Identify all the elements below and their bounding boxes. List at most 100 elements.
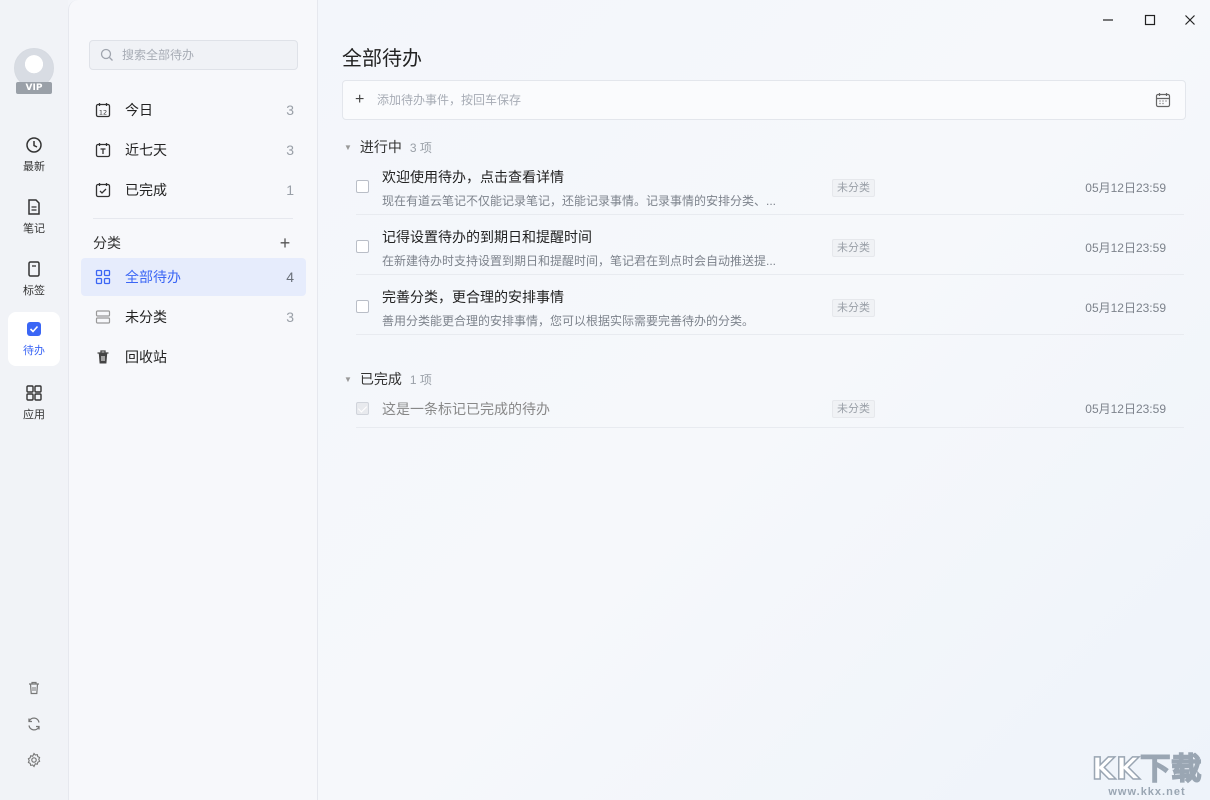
collapse-caret-icon: ▼: [344, 374, 352, 384]
rail-item-recent[interactable]: 最新: [8, 128, 60, 182]
svg-text:12: 12: [99, 108, 107, 116]
todo-due-date: 05月12日23:59: [1085, 402, 1166, 416]
settings-button[interactable]: [24, 750, 44, 770]
trash-icon: [29, 681, 39, 695]
maximize-icon: [1144, 14, 1156, 26]
todo-due-date: 05月12日23:59: [1085, 301, 1166, 315]
minimize-button[interactable]: [1098, 10, 1118, 30]
tag-icon: [28, 261, 40, 277]
todo-title: 这是一条标记已完成的待办: [382, 401, 550, 417]
nav-label: 未分类: [125, 309, 167, 325]
group-label: 进行中: [359, 139, 402, 155]
rail-item-tags[interactable]: 标签: [8, 252, 60, 306]
maximize-button[interactable]: [1140, 10, 1160, 30]
nav-count: 3: [286, 102, 294, 118]
todo-category-tag: 未分类: [832, 179, 875, 197]
add-todo-input[interactable]: [377, 93, 1155, 107]
nav-item-recycle-bin[interactable]: 回收站: [81, 338, 306, 376]
todo-item[interactable]: 记得设置待办的到期日和提醒时间 在新建待办时支持设置到期日和提醒时间，笔记君在到…: [356, 220, 1184, 275]
todo-desc: 在新建待办时支持设置到期日和提醒时间，笔记君在到点时会自动推送提...: [382, 254, 777, 268]
apps-grid-icon: [26, 385, 42, 401]
calendar-icon[interactable]: [1155, 92, 1171, 108]
todo-item[interactable]: 完善分类，更合理的安排事情 善用分类能更合理的安排事情，您可以根据实际需要完善待…: [356, 280, 1184, 335]
page-title: 全部待办: [342, 48, 422, 70]
nav-label: 已完成: [125, 182, 167, 198]
add-todo-bar[interactable]: +: [342, 80, 1186, 120]
todo-item-completed[interactable]: 这是一条标记已完成的待办 未分类 05月12日23:59: [356, 392, 1184, 428]
settings-gear-icon: [27, 752, 41, 768]
group-count: 1 项: [409, 372, 432, 387]
trash-button[interactable]: [24, 678, 44, 698]
search-input[interactable]: [122, 48, 292, 62]
nav-label: 回收站: [125, 349, 167, 365]
add-icon: +: [355, 91, 365, 108]
rail-item-apps[interactable]: 应用: [8, 376, 60, 430]
main-panel: 全部待办 + ▼ 进行中 3 项 欢迎使用待办，点击查看详情 现在有道云笔记不仅…: [318, 0, 1210, 800]
vip-badge: VIP: [16, 82, 52, 94]
search-box[interactable]: [89, 40, 298, 70]
rail-label: 应用: [23, 409, 45, 421]
calendar-t-icon: [95, 143, 111, 158]
grid-icon: [95, 269, 111, 285]
todo-due-date: 05月12日23:59: [1085, 241, 1166, 255]
nav-label: 近七天: [125, 142, 167, 158]
left-rail: VIP 最新 笔记 标签 待办 应用: [0, 0, 68, 800]
nav-label: 全部待办: [125, 269, 181, 285]
nav-item-completed[interactable]: 已完成 1: [81, 171, 306, 209]
category-section-header: 分类 +: [93, 232, 293, 254]
todo-check-icon: [27, 322, 41, 336]
nav-count: 3: [286, 142, 294, 158]
group-label: 已完成: [359, 371, 402, 387]
sync-icon: [28, 717, 40, 731]
nav-label: 今日: [125, 102, 153, 118]
close-icon: [1185, 15, 1195, 25]
trash-icon: [97, 350, 109, 364]
calendar-12-icon: 12: [95, 103, 111, 118]
nav-count: 1: [286, 182, 294, 198]
group-count: 3 项: [409, 140, 432, 155]
minimize-icon: [1103, 19, 1113, 21]
site-watermark: KK下载 www.kkx.net: [1088, 742, 1206, 798]
rail-item-notes[interactable]: 笔记: [8, 190, 60, 244]
collapse-caret-icon: ▼: [344, 142, 352, 152]
group-header-in-progress[interactable]: ▼ 进行中 3 项: [344, 138, 432, 156]
rail-label: 最新: [23, 161, 45, 173]
rail-label: 待办: [23, 345, 45, 357]
nav-item-uncategorized[interactable]: 未分类 3: [81, 298, 306, 336]
search-icon: [100, 48, 113, 61]
todo-due-date: 05月12日23:59: [1085, 181, 1166, 195]
nav-count: 4: [286, 269, 294, 285]
uncategorized-icon: [95, 310, 111, 324]
todo-category-tag: 未分类: [832, 299, 875, 317]
divider: [93, 218, 293, 219]
todo-category-tag: 未分类: [832, 400, 875, 418]
todo-category-tag: 未分类: [832, 239, 875, 257]
calendar-check-icon: [95, 183, 111, 198]
todo-item[interactable]: 欢迎使用待办，点击查看详情 现在有道云笔记不仅能记录笔记，还能记录事情。记录事情…: [356, 160, 1184, 215]
rail-label: 标签: [23, 285, 45, 297]
nav-item-next-seven-days[interactable]: 近七天 3: [81, 131, 306, 169]
category-header-label: 分类: [93, 235, 121, 251]
sync-button[interactable]: [24, 714, 44, 734]
nav-count: 3: [286, 309, 294, 325]
todo-checkbox[interactable]: [356, 180, 369, 193]
note-icon: [28, 199, 40, 215]
todo-checkbox[interactable]: [356, 300, 369, 313]
add-category-button[interactable]: +: [277, 234, 293, 252]
watermark-logo: KK下载: [1091, 752, 1203, 787]
rail-label: 笔记: [23, 223, 45, 235]
todo-desc: 善用分类能更合理的安排事情，您可以根据实际需要完善待办的分类。: [382, 314, 755, 328]
close-button[interactable]: [1180, 10, 1200, 30]
clock-icon: [26, 137, 42, 153]
watermark-url: www.kkx.net: [1108, 786, 1186, 798]
todo-desc: 现在有道云笔记不仅能记录笔记，还能记录事情。记录事情的安排分类、...: [382, 194, 777, 208]
nav-item-all-todos[interactable]: 全部待办 4: [81, 258, 306, 296]
group-header-completed[interactable]: ▼ 已完成 1 项: [344, 370, 432, 388]
todo-title: 欢迎使用待办，点击查看详情: [382, 169, 564, 185]
todo-title: 完善分类，更合理的安排事情: [382, 289, 564, 305]
rail-item-todo[interactable]: 待办: [8, 312, 60, 366]
todo-checkbox-checked[interactable]: [356, 402, 369, 415]
todo-checkbox[interactable]: [356, 240, 369, 253]
todo-title: 记得设置待办的到期日和提醒时间: [382, 229, 592, 245]
nav-item-today[interactable]: 12 今日 3: [81, 91, 306, 129]
